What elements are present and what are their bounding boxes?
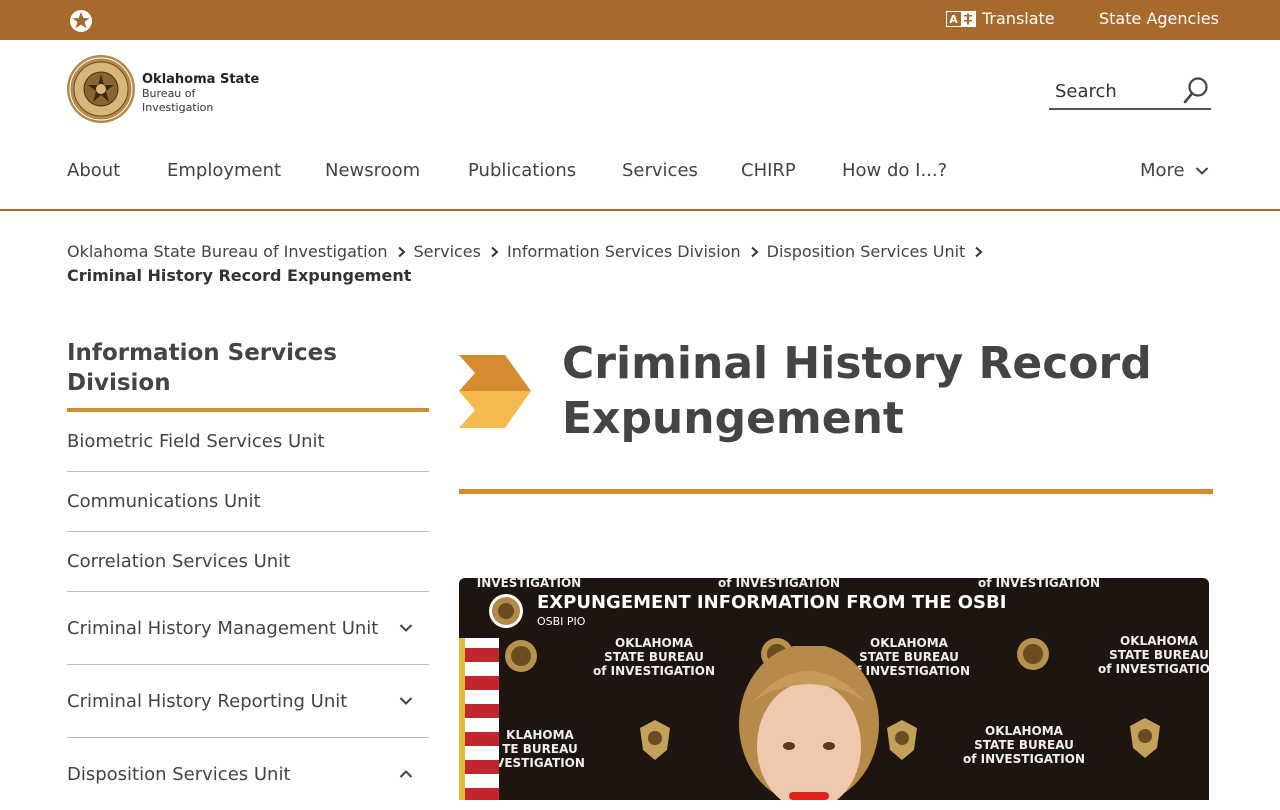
chevron-down-icon [1195,167,1208,175]
search-box [1049,74,1211,110]
badge-emblem-icon [1017,638,1049,670]
video-channel[interactable]: OSBI PIO [537,615,585,628]
backdrop-line: STATE BUREAU [1109,648,1209,662]
backdrop-line: OKLAHOMA [615,636,693,650]
video-title[interactable]: EXPUNGEMENT INFORMATION FROM THE OSBI [537,592,1006,613]
osbi-seal-logo[interactable] [66,54,136,124]
sidebar-item-chm[interactable]: Criminal History Management Unit [67,592,429,665]
state-star-icon[interactable] [68,8,94,34]
flag-image [459,638,499,800]
nav-about[interactable]: About [67,158,120,184]
sidebar-title[interactable]: Information Services Division [67,338,429,412]
nav-more-label: More [1140,160,1185,181]
translate-button[interactable]: A Translate [946,8,1055,30]
sidebar-nav: Information Services Division Biometric … [67,338,429,810]
backdrop-line: STATE BUREAU [604,650,704,664]
translate-label: Translate [982,9,1055,28]
chevron-right-icon [975,246,983,258]
breadcrumb-dsu[interactable]: Disposition Services Unit [767,240,966,264]
page-title: Criminal History Record Expungement [562,338,1152,444]
sidebar-item-label: Disposition Services Unit [67,763,291,785]
brand-line-1: Oklahoma State [142,72,260,87]
backdrop-line: KLAHOMA [506,728,574,742]
badge-emblem-icon [1130,718,1160,758]
backdrop-line: TE BUREAU [502,742,578,756]
backdrop-text: INVESTIGATION [476,578,582,590]
backdrop-line: of INVESTIGATION [962,752,1086,766]
sidebar-item-communications[interactable]: Communications Unit [67,472,429,532]
sidebar-item-biometric[interactable]: Biometric Field Services Unit [67,412,429,472]
backdrop-text-block: OKLAHOMA STATE BUREAU of INVESTIGATION [584,636,724,678]
backdrop-text: of INVESTIGATION [977,578,1101,590]
badge-emblem-icon [640,720,670,760]
backdrop-line: of INVESTIGATION [592,664,716,678]
brand-line-3: Investigation [142,101,214,114]
backdrop-text-block: OKLAHOMA STATE BUREAU of INVESTIGATION [1094,634,1209,676]
sidebar-item-label: Correlation Services Unit [67,551,291,572]
chevron-up-icon[interactable] [399,769,413,779]
sidebar-item-chr[interactable]: Criminal History Reporting Unit [67,665,429,738]
title-divider [459,489,1213,494]
sidebar-item-correlation[interactable]: Correlation Services Unit [67,532,429,592]
breadcrumb-current: Criminal History Record Expungement [67,266,412,285]
backdrop-line: OKLAHOMA [1120,634,1198,648]
backdrop-line: of INVESTIGATION [1097,662,1209,676]
nav-more[interactable]: More [1140,158,1209,184]
backdrop-text-block: OKLAHOMA STATE BUREAU of INVESTIGATION [954,724,1094,766]
nav-employment[interactable]: Employment [167,158,281,184]
nav-services[interactable]: Services [622,158,698,184]
site-header: Oklahoma State Bureau of Investigation A… [0,40,1280,211]
translate-icon: A [946,11,976,27]
sidebar-item-label: Communications Unit [67,491,261,512]
sidebar-item-disposition[interactable]: Disposition Services Unit [67,738,429,810]
breadcrumb-home[interactable]: Oklahoma State Bureau of Investigation [67,240,388,264]
brand-line-2: Bureau of [142,87,196,100]
channel-avatar[interactable] [489,594,523,628]
badge-emblem-icon [505,640,537,672]
nav-how-do-i[interactable]: How do I...? [842,158,947,184]
chevron-right-icon [750,246,759,258]
nav-chirp[interactable]: CHIRP [741,158,796,184]
top-bar: A Translate State Agencies [0,0,1280,40]
backdrop-line: STATE BUREAU [974,738,1074,752]
nav-newsroom[interactable]: Newsroom [325,158,420,184]
state-agencies-link[interactable]: State Agencies [1099,8,1219,30]
chevron-right-icon [491,246,499,258]
breadcrumb-isd[interactable]: Information Services Division [507,240,741,264]
speaker-image [739,646,879,800]
video-player[interactable]: INVESTIGATION of INVESTIGATION of INVEST… [459,578,1209,800]
breadcrumb: Oklahoma State Bureau of Investigation Se… [67,240,1217,288]
brand-name[interactable]: Oklahoma State Bureau of Investigation [142,72,259,115]
sidebar-item-label: Biometric Field Services Unit [67,431,325,452]
nav-publications[interactable]: Publications [468,158,576,184]
search-input[interactable] [1053,78,1177,104]
search-icon[interactable] [1183,76,1209,104]
svg-text:A: A [949,13,958,26]
backdrop-text-block: KLAHOMA TE BUREAU VESTIGATION [485,728,595,770]
chevron-down-icon[interactable] [399,623,413,633]
backdrop-line: OKLAHOMA [985,724,1063,738]
sidebar-item-label: Criminal History Reporting Unit [67,690,348,712]
breadcrumb-services[interactable]: Services [414,240,481,264]
backdrop-line: VESTIGATION [495,756,585,770]
chevron-down-icon[interactable] [399,696,413,706]
sidebar-item-label: Criminal History Management Unit [67,617,379,639]
chevron-right-icon [397,246,406,258]
badge-emblem-icon [887,720,917,760]
backdrop-text: of INVESTIGATION [717,578,841,590]
chevron-logo-icon [459,355,531,428]
